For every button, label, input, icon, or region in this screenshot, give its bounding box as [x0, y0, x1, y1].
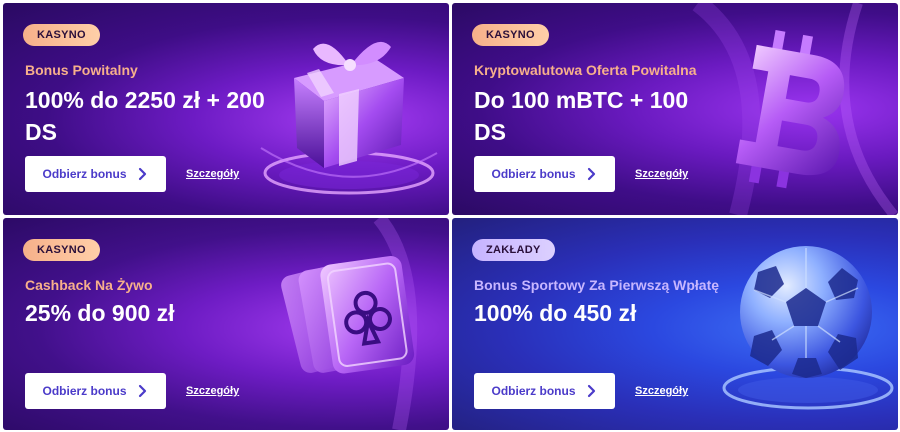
promo-card-crypto-welcome: KASYNO Kryptowalutowa Oferta Powitalna D…: [452, 3, 898, 215]
claim-bonus-label: Odbierz bonus: [42, 167, 127, 181]
details-link[interactable]: Szczegóły: [186, 168, 239, 180]
promo-card-welcome-bonus: KASYNO Bonus Powitalny 100% do 2250 zł +…: [3, 3, 449, 215]
category-badge: KASYNO: [472, 24, 549, 46]
chevron-right-icon: [587, 167, 595, 181]
promo-headline: 100% do 2250 zł + 200 DS: [25, 87, 265, 145]
promo-headline: 25% do 900 zł: [25, 300, 175, 326]
claim-bonus-button[interactable]: Odbierz bonus: [474, 373, 615, 409]
category-badge: KASYNO: [23, 239, 100, 261]
chevron-right-icon: [138, 167, 146, 181]
promo-subtitle: Kryptowalutowa Oferta Powitalna: [474, 62, 697, 78]
chevron-right-icon: [138, 384, 146, 398]
promo-headline: Do 100 mBTC + 100 DS: [474, 87, 689, 145]
claim-bonus-label: Odbierz bonus: [491, 167, 576, 181]
promo-card-live-cashback: KASYNO Cashback Na Żywo 25% do 900 zł Od…: [3, 218, 449, 430]
claim-bonus-button[interactable]: Odbierz bonus: [25, 156, 166, 192]
promotions-grid: KASYNO Bonus Powitalny 100% do 2250 zł +…: [0, 0, 900, 432]
category-badge: KASYNO: [23, 24, 100, 46]
claim-bonus-button[interactable]: Odbierz bonus: [474, 156, 615, 192]
promo-headline: 100% do 450 zł: [474, 300, 637, 326]
claim-bonus-button[interactable]: Odbierz bonus: [25, 373, 166, 409]
promo-subtitle: Cashback Na Żywo: [25, 277, 153, 293]
details-link[interactable]: Szczegóły: [635, 385, 688, 397]
promo-subtitle: Bonus Powitalny: [25, 62, 138, 78]
claim-bonus-label: Odbierz bonus: [491, 384, 576, 398]
promo-card-sports-first-deposit: ZAKŁADY Bonus Sportowy Za Pierwszą Wpłat…: [452, 218, 898, 430]
claim-bonus-label: Odbierz bonus: [42, 384, 127, 398]
chevron-right-icon: [587, 384, 595, 398]
details-link[interactable]: Szczegóły: [635, 168, 688, 180]
category-badge: ZAKŁADY: [472, 239, 555, 261]
details-link[interactable]: Szczegóły: [186, 385, 239, 397]
promo-subtitle: Bonus Sportowy Za Pierwszą Wpłatę: [474, 277, 720, 293]
